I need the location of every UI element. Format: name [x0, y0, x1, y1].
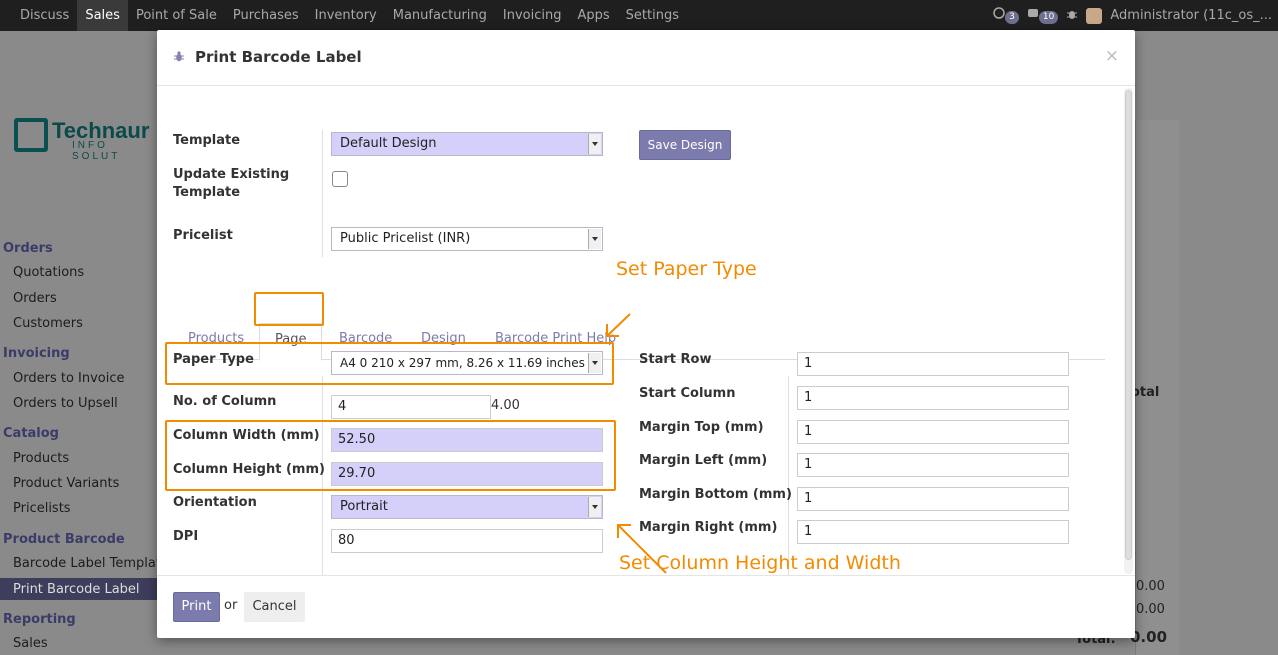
- annotation-paper-type-highlight: [165, 342, 614, 385]
- nav-manufacturing[interactable]: Manufacturing: [385, 0, 495, 31]
- user-avatar[interactable]: [1086, 7, 1103, 24]
- chevron-down-icon: [588, 229, 601, 249]
- sidebar-item-orders-to-invoice[interactable]: Orders to Invoice: [13, 371, 125, 386]
- field-separator: [322, 130, 323, 233]
- start-row-input[interactable]: 1: [797, 352, 1069, 376]
- update-existing-template-label: Update Existing Template: [173, 167, 290, 200]
- margin-bottom-label: Margin Bottom (mm): [639, 487, 792, 502]
- sidebar-item-sales[interactable]: Sales: [13, 636, 48, 651]
- debug-bug-icon[interactable]: [1066, 8, 1078, 24]
- chevron-down-icon: [588, 497, 601, 517]
- bg-amount: 0.00: [1136, 579, 1165, 594]
- margin-left-label: Margin Left (mm): [639, 453, 768, 468]
- sidebar-section-catalog: Catalog: [3, 426, 59, 441]
- update-existing-template-checkbox[interactable]: [332, 171, 348, 187]
- nav-sales[interactable]: Sales: [77, 0, 128, 31]
- margin-top-label: Margin Top (mm): [639, 420, 764, 435]
- nav-settings[interactable]: Settings: [618, 0, 687, 31]
- dialog-header: Print Barcode Label ×: [157, 30, 1135, 86]
- margin-top-input[interactable]: 1: [797, 420, 1069, 444]
- or-text: or: [224, 598, 238, 613]
- close-icon[interactable]: ×: [1105, 46, 1119, 66]
- sidebar-section-orders: Orders: [3, 241, 53, 256]
- logo-mark-icon: [14, 118, 48, 152]
- nav-inventory[interactable]: Inventory: [307, 0, 385, 31]
- user-menu[interactable]: Administrator (11c_os_...: [1110, 8, 1272, 23]
- sidebar-item-orders[interactable]: Orders: [13, 291, 57, 306]
- top-navbar: Discuss Sales Point of Sale Purchases In…: [0, 0, 1278, 31]
- sidebar-item-products[interactable]: Products: [13, 451, 69, 466]
- dialog-body: Template Default Design Save Design Upda…: [157, 87, 1135, 575]
- nav-point-of-sale[interactable]: Point of Sale: [128, 0, 225, 31]
- activity-count-badge: 10: [1038, 11, 1059, 24]
- nav-discuss[interactable]: Discuss: [12, 0, 77, 31]
- template-select[interactable]: Default Design: [331, 132, 603, 156]
- company-logo: Technaur INFO SOLUT: [14, 118, 159, 162]
- print-button[interactable]: Print: [173, 592, 220, 622]
- start-column-input[interactable]: 1: [797, 386, 1069, 410]
- orientation-select[interactable]: Portrait: [331, 495, 603, 519]
- chat-icon[interactable]: 3: [993, 7, 1019, 24]
- start-column-label: Start Column: [639, 386, 736, 401]
- sidebar-section-reporting: Reporting: [3, 612, 76, 627]
- annotation-set-column-size: Set Column Height and Width: [619, 552, 901, 574]
- dialog-title: Print Barcode Label: [195, 48, 362, 66]
- pricelist-select-value: Public Pricelist (INR): [340, 231, 471, 246]
- margin-right-input[interactable]: 1: [797, 520, 1069, 544]
- sidebar-section-invoicing: Invoicing: [3, 346, 70, 361]
- dpi-label: DPI: [173, 529, 199, 544]
- save-design-button[interactable]: Save Design: [639, 130, 731, 160]
- bg-amount: 0.00: [1136, 602, 1165, 617]
- sidebar-item-pricelists[interactable]: Pricelists: [13, 501, 71, 516]
- annotation-column-size-highlight: [165, 420, 616, 491]
- bg-total-column-header: otal: [1131, 385, 1160, 400]
- no-of-column-input[interactable]: 4: [331, 395, 491, 419]
- sidebar-section-product-barcode: Product Barcode: [3, 532, 125, 547]
- annotation-arrow-icon: [606, 313, 631, 337]
- field-separator: [322, 225, 323, 257]
- margin-left-input[interactable]: 1: [797, 453, 1069, 477]
- cancel-button[interactable]: Cancel: [244, 592, 305, 622]
- no-of-column-computed: 4.00: [491, 398, 520, 413]
- annotation-page-tab-highlight: [254, 292, 324, 326]
- systray: 3 10 Administrator (11c_os_...: [993, 0, 1272, 31]
- pricelist-select[interactable]: Public Pricelist (INR): [331, 227, 603, 251]
- sidebar-item-product-variants[interactable]: Product Variants: [13, 476, 119, 491]
- scrollbar-thumb[interactable]: [1125, 90, 1132, 560]
- margin-bottom-input[interactable]: 1: [797, 487, 1069, 511]
- nav-invoicing[interactable]: Invoicing: [495, 0, 570, 31]
- bug-icon: [174, 51, 184, 62]
- activity-icon[interactable]: 10: [1027, 7, 1059, 24]
- template-select-value: Default Design: [340, 136, 437, 151]
- dialog-footer: Print or Cancel: [157, 575, 1135, 638]
- orientation-label: Orientation: [173, 495, 257, 510]
- sidebar-item-barcode-label-template[interactable]: Barcode Label Template: [13, 556, 169, 571]
- template-label: Template: [173, 133, 241, 148]
- start-row-label: Start Row: [639, 352, 712, 367]
- field-separator: [788, 376, 789, 575]
- print-barcode-label-dialog: Print Barcode Label × Template Default D…: [157, 30, 1135, 638]
- dpi-input[interactable]: 80: [331, 529, 603, 553]
- pricelist-label: Pricelist: [173, 228, 233, 243]
- annotation-set-paper-type: Set Paper Type: [616, 258, 757, 280]
- dialog-scrollbar[interactable]: [1124, 88, 1133, 574]
- app-menu: Discuss Sales Point of Sale Purchases In…: [12, 0, 687, 31]
- nav-apps[interactable]: Apps: [569, 0, 617, 31]
- bg-total-value: 0.00: [1130, 628, 1168, 646]
- orientation-select-value: Portrait: [340, 499, 388, 514]
- sidebar-item-customers[interactable]: Customers: [13, 316, 83, 331]
- chat-count-badge: 3: [1005, 11, 1019, 24]
- sidebar-item-print-barcode-label[interactable]: Print Barcode Label: [13, 582, 140, 597]
- nav-purchases[interactable]: Purchases: [225, 0, 307, 31]
- chevron-down-icon: [588, 134, 601, 154]
- no-of-column-label: No. of Column: [173, 394, 277, 409]
- sidebar-item-orders-to-upsell[interactable]: Orders to Upsell: [13, 396, 118, 411]
- sidebar-item-quotations[interactable]: Quotations: [13, 265, 84, 280]
